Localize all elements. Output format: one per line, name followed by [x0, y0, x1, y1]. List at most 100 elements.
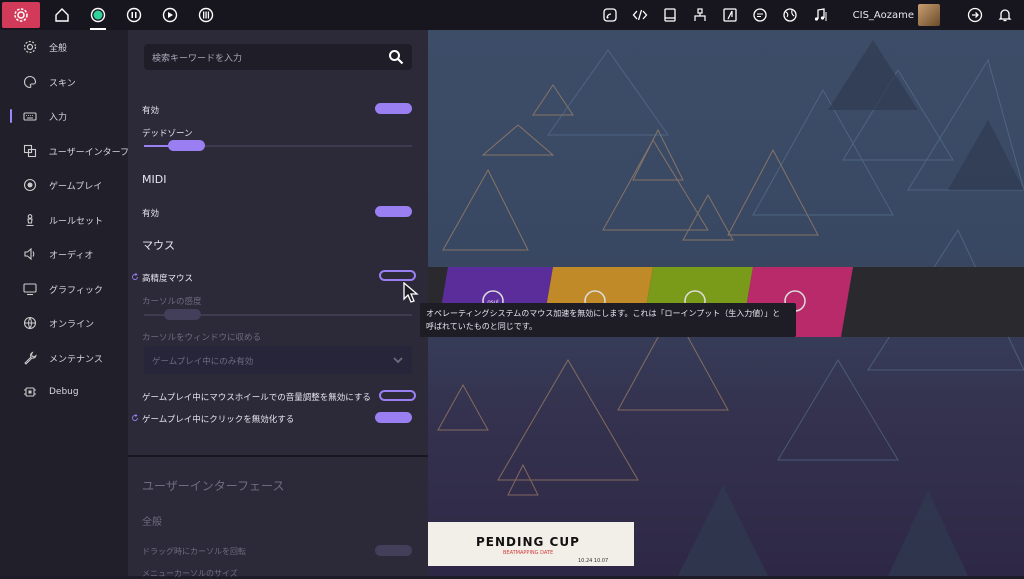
tablet-enabled-label: 有効	[142, 106, 160, 116]
sidebar-item-input[interactable]: 入力	[0, 104, 128, 128]
mode-mania-icon	[198, 7, 214, 23]
sidebar-item-debug[interactable]: Debug	[0, 380, 128, 404]
sidebar-item-gameplay[interactable]: ゲームプレイ	[0, 173, 128, 197]
deadzone-slider[interactable]	[144, 140, 412, 151]
menu-cursor-size-label: メニューカーソルのサイズ	[142, 569, 238, 578]
tooltip-line: オペレーティングシステムのマウス加速を無効にします。これは「ローインプット（生入…	[426, 309, 781, 318]
search-input[interactable]: 検索キーワードを入力	[144, 44, 412, 70]
home-button[interactable]	[44, 0, 80, 30]
chat-icon	[753, 8, 767, 22]
sidebar-item-maintenance[interactable]: メンテナンス	[0, 346, 128, 370]
disable-click-toggle[interactable]	[375, 412, 412, 423]
globe-icon	[22, 315, 38, 331]
sidebar-item-label: スキン	[49, 78, 76, 89]
deadzone-slider-knob[interactable]	[168, 140, 205, 151]
sidebar-item-audio[interactable]: オーディオ	[0, 242, 128, 266]
wrench-icon	[22, 350, 38, 366]
layers-icon	[22, 143, 38, 159]
news-button[interactable]	[595, 0, 625, 30]
tablet-enabled-toggle[interactable]	[375, 103, 412, 114]
sidebar-item-rulesets[interactable]: ルールセット	[0, 208, 128, 232]
chip-icon	[22, 384, 38, 400]
monitor-icon	[664, 8, 676, 22]
sidebar-item-label: ユーザーインターフ	[48, 147, 128, 158]
confine-cursor-dropdown[interactable]: ゲームプレイ中にのみ有効	[144, 346, 412, 374]
mouse-cursor-icon	[403, 282, 419, 303]
code-icon	[632, 9, 648, 21]
globe-icon	[783, 8, 797, 22]
settings-sidebar: 全般 スキン 入力 ユーザーインターフ ゲームプレイ ルールセット オーディオ …	[0, 30, 128, 576]
sidebar-item-graphics[interactable]: グラフィック	[0, 277, 128, 301]
confine-cursor-label: カーソルをウィンドウに収める	[142, 333, 262, 343]
palette-icon	[22, 74, 38, 90]
mode-osu-icon	[126, 7, 142, 23]
avatar[interactable]	[918, 4, 940, 26]
tooltip-line: 呼ばれていたものと同じです。	[426, 322, 537, 331]
sidebar-item-label: オンライン	[49, 319, 95, 330]
sidebar-item-general[interactable]: 全般	[0, 35, 128, 59]
login-icon	[967, 7, 983, 23]
social-button[interactable]	[775, 0, 805, 30]
username[interactable]: CIS_Aozame	[853, 10, 914, 21]
reset-icon[interactable]	[131, 414, 139, 422]
notifications-button[interactable]	[990, 0, 1020, 30]
tooltip: オペレーティングシステムのマウス加速を無効にします。これは「ローインプット（生入…	[420, 303, 796, 337]
keyboard-icon	[22, 108, 38, 124]
rotate-cursor-toggle[interactable]	[375, 545, 412, 556]
active-indicator	[10, 109, 12, 123]
cursor-sensitivity-knob[interactable]	[164, 309, 201, 320]
search-placeholder: 検索キーワードを入力	[152, 54, 243, 64]
banner-date: 10.24 10.07	[578, 558, 609, 564]
sidebar-item-online[interactable]: オンライン	[0, 311, 128, 335]
gameplay-icon	[22, 177, 38, 193]
section-divider	[128, 455, 428, 457]
high-precision-mouse-toggle[interactable]	[379, 270, 416, 281]
music-button[interactable]	[805, 0, 835, 30]
sidebar-item-label: Debug	[49, 387, 79, 397]
midi-enabled-label: 有効	[142, 209, 160, 219]
active-mode-icon	[90, 7, 106, 23]
beatmap-icon	[723, 8, 737, 22]
sidebar-item-label: オーディオ	[49, 250, 94, 261]
bell-icon	[998, 9, 1012, 22]
banner-subtitle: BEATMAPPING DATE	[503, 550, 554, 556]
ranking-button[interactable]	[685, 0, 715, 30]
changelog-button[interactable]	[655, 0, 685, 30]
sidebar-item-user-interface[interactable]: ユーザーインターフ	[0, 139, 128, 163]
sidebar-item-label: ルールセット	[49, 216, 104, 227]
ui-general-title: 全般	[142, 517, 162, 528]
settings-button[interactable]	[2, 2, 40, 28]
mode-mania-button[interactable]	[188, 0, 224, 30]
mode-osu-button[interactable]	[116, 0, 152, 30]
sidebar-item-label: グラフィック	[49, 285, 103, 296]
ui-section-title: ユーザーインターフェース	[142, 479, 285, 493]
midi-section-title: MIDI	[142, 173, 167, 186]
sidebar-item-label: メンテナンス	[49, 354, 103, 365]
beatmap-button[interactable]	[715, 0, 745, 30]
sign-in-button[interactable]	[960, 0, 990, 30]
confine-cursor-value: ゲームプレイ中にのみ有効	[152, 357, 254, 367]
settings-panel: 検索キーワードを入力 有効 デッドゾーン MIDI 有効 マウス 高精度マウス …	[128, 30, 428, 578]
event-banner[interactable]: PENDING CUP BEATMAPPING DATE 10.24 10.07	[428, 522, 634, 566]
mode-active-button[interactable]	[80, 0, 116, 30]
speaker-icon	[22, 246, 38, 262]
high-precision-mouse-label: 高精度マウス	[142, 274, 194, 284]
top-toolbar: CIS_Aozame	[0, 0, 1024, 30]
banner-title: PENDING CUP	[476, 535, 580, 549]
disable-wheel-toggle[interactable]	[379, 390, 416, 401]
sidebar-item-label: 入力	[49, 112, 68, 123]
disable-click-label: ゲームプレイ中にクリックを無効化する	[142, 415, 295, 425]
sidebar-item-label: ゲームプレイ	[49, 181, 103, 192]
monitor-icon	[22, 281, 38, 297]
midi-enabled-toggle[interactable]	[375, 206, 412, 217]
sidebar-item-label: 全般	[49, 43, 68, 54]
chat-button[interactable]	[745, 0, 775, 30]
music-icon	[814, 8, 827, 21]
reset-icon[interactable]	[131, 273, 139, 281]
cursor-sensitivity-slider[interactable]	[144, 309, 412, 320]
news-icon	[603, 8, 617, 22]
mode-taiko-button[interactable]	[152, 0, 188, 30]
chess-icon	[22, 212, 38, 228]
dev-button[interactable]	[625, 0, 655, 30]
sidebar-item-skin[interactable]: スキン	[0, 70, 128, 94]
